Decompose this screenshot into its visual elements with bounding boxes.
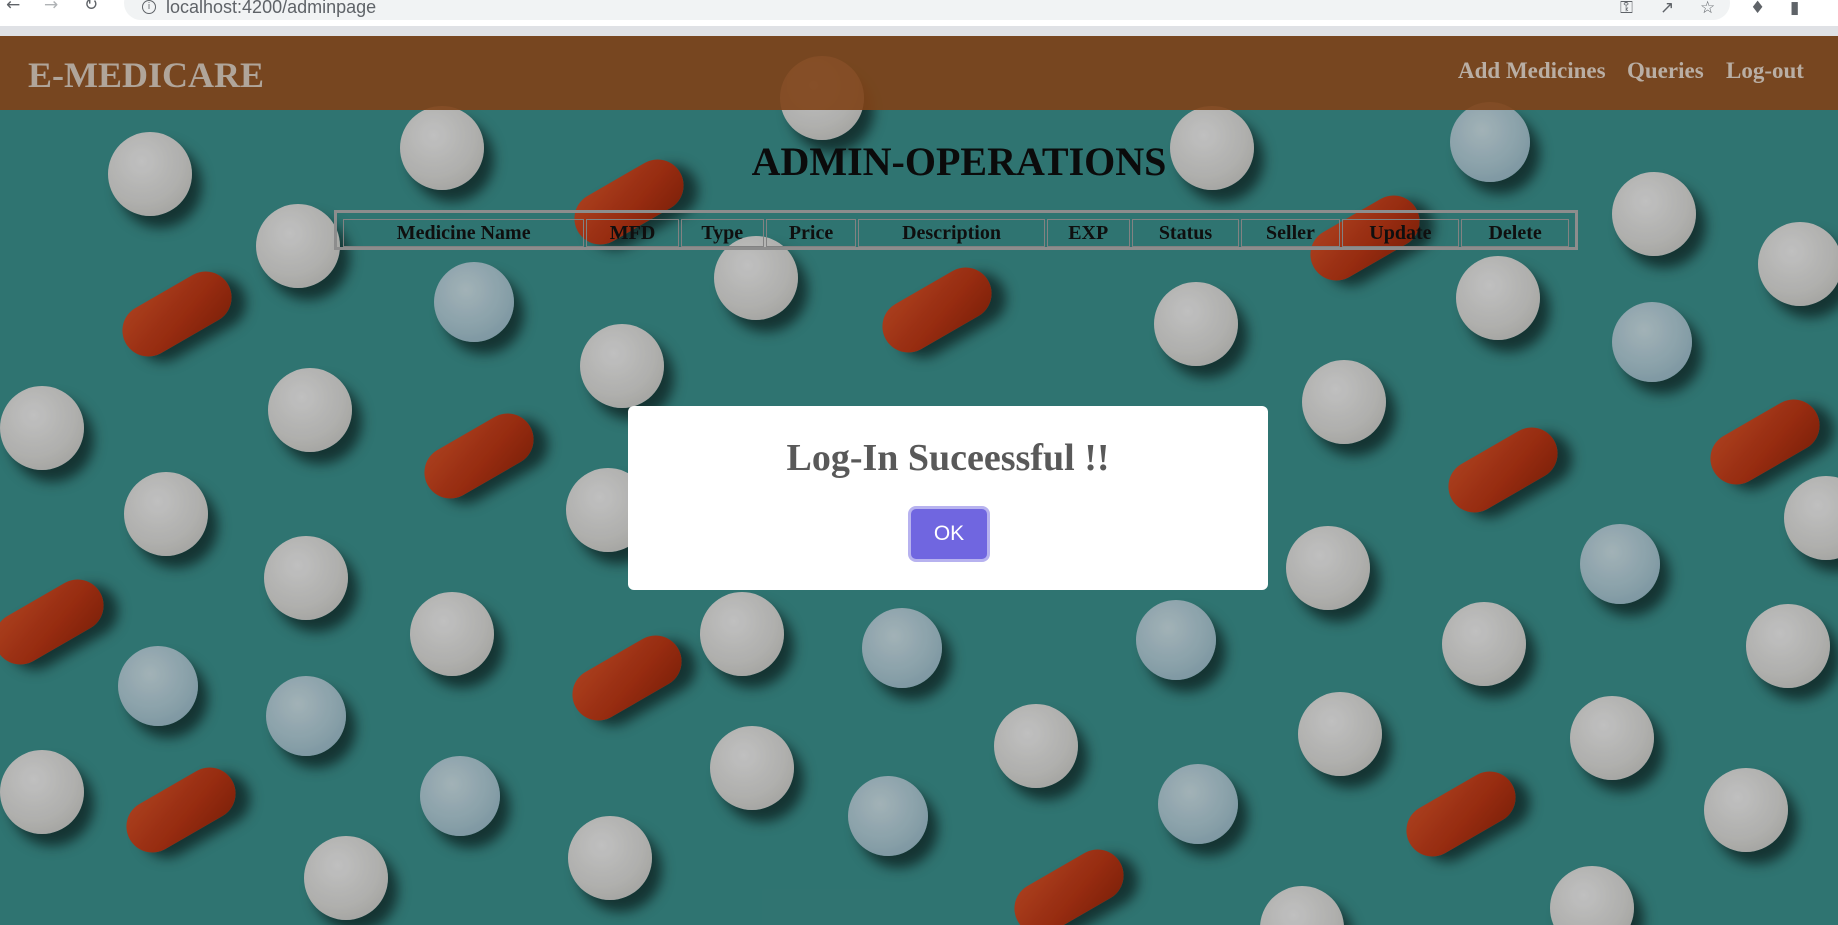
- forward-icon[interactable]: →: [44, 0, 58, 16]
- address-url[interactable]: localhost:4200/adminpage: [166, 0, 376, 18]
- login-success-dialog: Log-In Suceessful !! OK: [628, 406, 1268, 590]
- toolbar-divider: [0, 26, 1838, 36]
- key-icon[interactable]: ⚿: [1620, 0, 1633, 18]
- reload-icon[interactable]: ↻: [84, 0, 98, 16]
- dialog-title: Log-In Suceessful !!: [786, 437, 1110, 479]
- ok-button[interactable]: OK: [911, 509, 987, 559]
- site-info-icon[interactable]: i: [142, 0, 156, 14]
- address-bar[interactable]: i localhost:4200/adminpage: [124, 0, 1730, 20]
- back-icon[interactable]: ←: [6, 0, 20, 16]
- bookmark-star-icon[interactable]: ☆: [1700, 0, 1715, 18]
- share-icon[interactable]: ↗: [1660, 0, 1674, 18]
- browser-toolbar: ← → ↻ i localhost:4200/adminpage ⚿ ↗ ☆ ♦…: [0, 0, 1838, 27]
- extensions-icon[interactable]: ♦: [1750, 0, 1765, 18]
- side-panel-icon[interactable]: ▮: [1790, 0, 1799, 18]
